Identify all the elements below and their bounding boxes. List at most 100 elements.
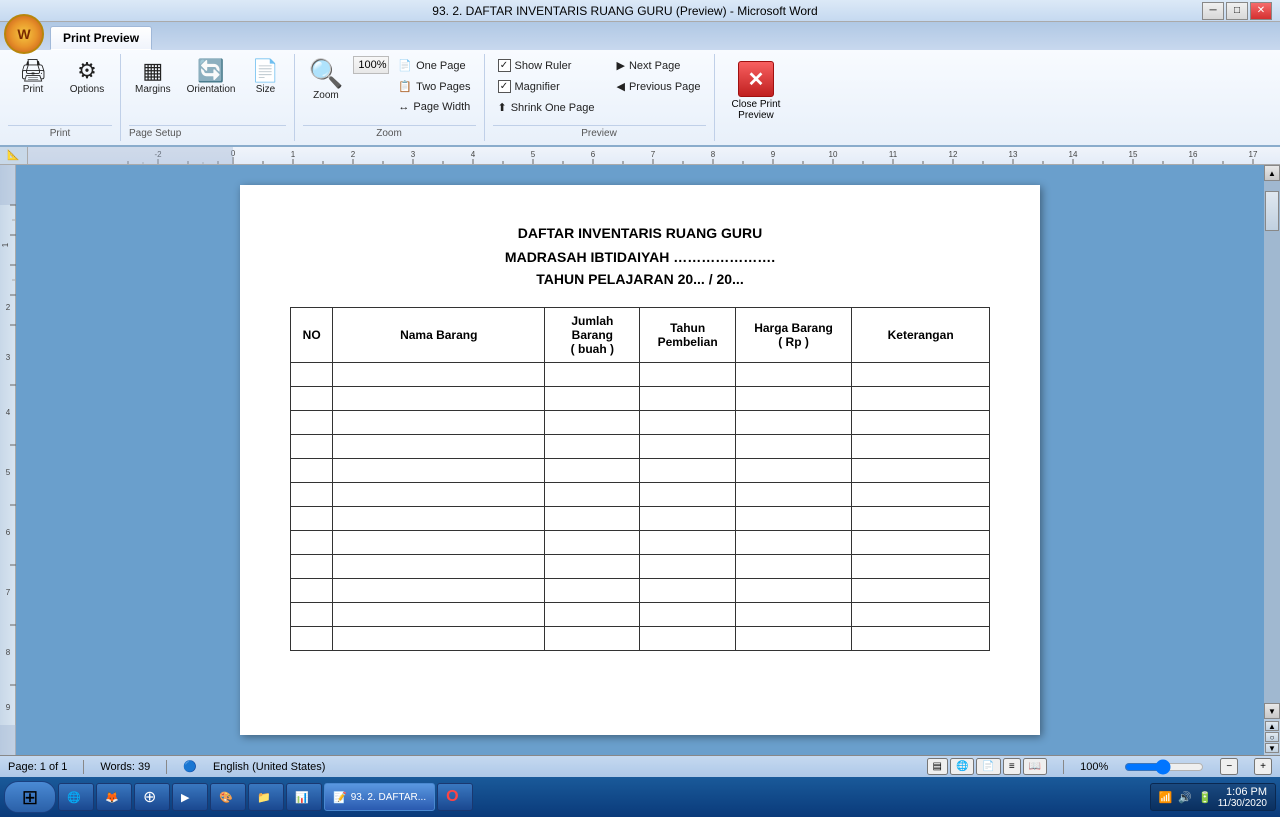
zoom-button[interactable]: 🔍 Zoom <box>303 56 350 106</box>
tab-print-preview[interactable]: Print Preview <box>50 26 152 50</box>
table-row <box>291 387 990 411</box>
zoom-in-btn[interactable]: + <box>1254 758 1272 775</box>
scroll-track[interactable] <box>1264 181 1280 703</box>
print-button[interactable]: 🖨 Print <box>8 56 58 100</box>
table-cell <box>545 459 640 483</box>
table-cell <box>852 627 990 651</box>
office-button[interactable]: W <box>4 14 44 54</box>
table-cell <box>545 603 640 627</box>
svg-text:12: 12 <box>949 150 958 159</box>
svg-text:1: 1 <box>291 150 296 159</box>
options-button[interactable]: ⚙ Options <box>62 56 112 100</box>
two-pages-icon: 📋 <box>398 80 412 93</box>
outline-view-btn[interactable]: ≡ <box>1003 758 1021 775</box>
table-cell <box>640 483 735 507</box>
svg-text:7: 7 <box>651 150 656 159</box>
table-cell <box>735 555 852 579</box>
table-cell <box>291 579 333 603</box>
scroll-extra-btn-1[interactable]: ▲ <box>1265 721 1279 731</box>
svg-text:15: 15 <box>1129 150 1138 159</box>
table-row <box>291 627 990 651</box>
table-cell <box>852 435 990 459</box>
col-header-tahun: TahunPembelian <box>640 308 735 363</box>
show-ruler-checkbox[interactable]: ✓ <box>498 59 511 72</box>
svg-text:8: 8 <box>711 150 716 159</box>
print-view-btn[interactable]: 📄 <box>976 758 1000 775</box>
word-icon: 📝 <box>333 791 347 804</box>
maximize-button[interactable]: □ <box>1226 2 1248 20</box>
taskbar-app-firefox[interactable]: 🦊 <box>96 783 132 811</box>
taskbar-app-word[interactable]: 📝 93. 2. DAFTAR... <box>324 783 435 811</box>
close-button[interactable]: ✕ <box>1250 2 1272 20</box>
clock: 1:06 PM 11/30/2020 <box>1218 786 1267 809</box>
doc-title-2: MADRASAH IBTIDAIYAH …………………. <box>290 249 990 265</box>
minimize-button[interactable]: ─ <box>1202 2 1224 20</box>
table-cell <box>333 483 545 507</box>
taskbar-app-chrome[interactable]: ⊕ <box>134 783 170 811</box>
table-row <box>291 603 990 627</box>
scroll-thumb[interactable] <box>1265 191 1279 231</box>
table-row <box>291 483 990 507</box>
table-cell <box>291 555 333 579</box>
table-cell <box>640 411 735 435</box>
one-page-button[interactable]: 📄 One Page <box>393 56 475 75</box>
svg-text:7: 7 <box>6 588 11 597</box>
normal-view-btn[interactable]: ▤ <box>927 758 948 775</box>
margins-button[interactable]: ▦ Margins <box>129 56 177 100</box>
firefox-icon: 🦊 <box>105 791 119 804</box>
zoom-percentage[interactable]: 100% <box>353 56 389 74</box>
taskbar-app-mediaplayer[interactable]: ▶ <box>172 783 208 811</box>
table-row <box>291 411 990 435</box>
orientation-button[interactable]: 🔄 Orientation <box>181 56 242 100</box>
start-button[interactable]: ⊞ <box>4 781 56 813</box>
zoom-out-btn[interactable]: − <box>1220 758 1238 775</box>
table-cell <box>333 459 545 483</box>
table-row <box>291 459 990 483</box>
next-page-button[interactable]: ▶ Next Page <box>612 56 706 75</box>
ribbon: 🖨 Print ⚙ Options Print ▦ Margins 🔄 Orie… <box>0 50 1280 147</box>
inventory-table: NO Nama Barang Jumlah Barang( buah ) Tah… <box>290 307 990 651</box>
taskbar-app-explorer[interactable]: 📁 <box>248 783 284 811</box>
svg-text:4: 4 <box>6 408 11 417</box>
svg-text:14: 14 <box>1069 150 1078 159</box>
taskbar-app-paint[interactable]: 🎨 <box>210 783 246 811</box>
svg-text:13: 13 <box>1009 150 1018 159</box>
scroll-down-button[interactable]: ▼ <box>1264 703 1280 719</box>
word-taskbar-label: 93. 2. DAFTAR... <box>351 792 426 803</box>
two-pages-button[interactable]: 📋 Two Pages <box>393 77 475 96</box>
svg-text:9: 9 <box>6 703 11 712</box>
page-width-button[interactable]: ↔ Page Width <box>393 98 475 116</box>
magnifier-checkbox[interactable]: ✓ <box>498 80 511 93</box>
reading-view-btn[interactable]: 📖 <box>1023 758 1047 775</box>
table-cell <box>291 459 333 483</box>
magnifier-toggle[interactable]: ✓ Magnifier <box>493 77 600 96</box>
zoom-slider[interactable] <box>1124 759 1204 775</box>
show-ruler-toggle[interactable]: ✓ Show Ruler <box>493 56 600 75</box>
taskbar-app-excel[interactable]: 📊 <box>286 783 322 811</box>
table-cell <box>291 435 333 459</box>
table-cell <box>545 531 640 555</box>
ruler-vertical: 1 2 3 4 5 6 7 8 9 <box>0 165 16 755</box>
table-row <box>291 507 990 531</box>
status-separator-2 <box>166 760 167 774</box>
table-cell <box>545 555 640 579</box>
prev-page-icon: ◀ <box>617 80 625 93</box>
paint-icon: 🎨 <box>219 791 233 804</box>
ribbon-group-close: ✕ Close PrintPreview <box>715 54 798 141</box>
scroll-extra-btn-3[interactable]: ▼ <box>1265 743 1279 753</box>
web-view-btn[interactable]: 🌐 <box>950 758 974 775</box>
scroll-extra-btn-2[interactable]: ○ <box>1265 732 1279 742</box>
size-button[interactable]: 📄 Size <box>246 56 286 100</box>
col-header-nama: Nama Barang <box>333 308 545 363</box>
title-bar: 93. 2. DAFTAR INVENTARIS RUANG GURU (Pre… <box>0 0 1280 22</box>
close-print-preview-button[interactable]: ✕ Close PrintPreview <box>723 56 790 126</box>
date-display: 11/30/2020 <box>1218 798 1267 809</box>
table-cell <box>291 411 333 435</box>
shrink-one-page-button[interactable]: ⬆ Shrink One Page <box>493 98 600 117</box>
svg-text:8: 8 <box>6 648 11 657</box>
prev-page-button[interactable]: ◀ Previous Page <box>612 77 706 96</box>
scroll-up-button[interactable]: ▲ <box>1264 165 1280 181</box>
taskbar-app-opera[interactable]: O <box>437 783 473 811</box>
svg-text:2: 2 <box>351 150 356 159</box>
taskbar-app-ie[interactable]: 🌐 <box>58 783 94 811</box>
